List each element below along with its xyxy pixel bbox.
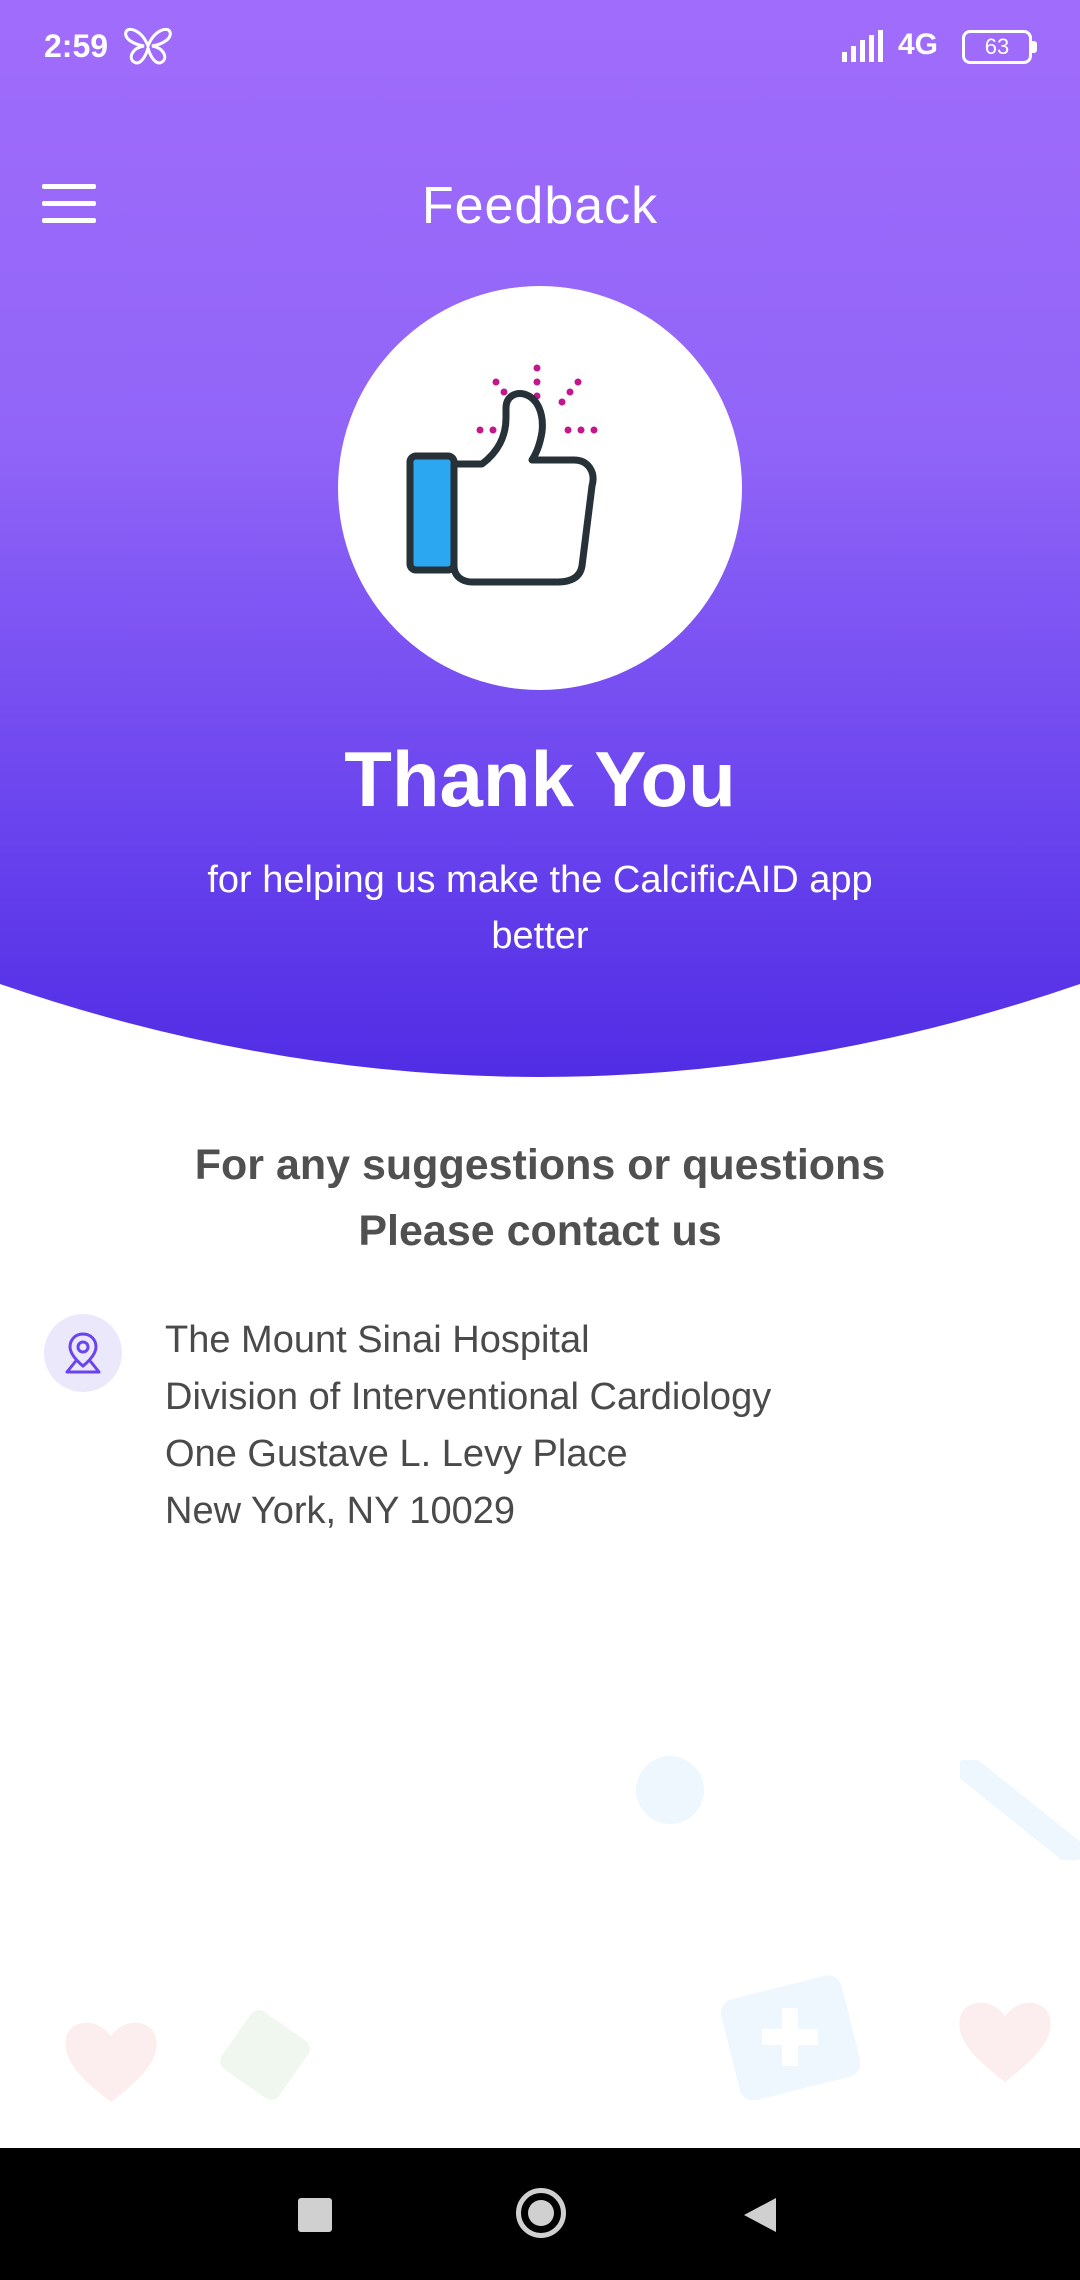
status-bar: 2:59 4G 63 — [0, 0, 1080, 90]
triangle-back-icon[interactable] — [742, 2196, 778, 2234]
thank-you-heading: Thank You — [344, 735, 736, 823]
address-line: The Mount Sinai Hospital — [165, 1319, 590, 1361]
pill-decoration-icon — [636, 1756, 704, 1824]
home-icon-inner — [528, 2200, 554, 2226]
contact-heading-line1: For any suggestions or questions — [194, 1141, 886, 1189]
heart-decoration-icon — [959, 2002, 1051, 2082]
thumbs-up-badge — [338, 286, 742, 690]
circle-home-icon[interactable] — [516, 2188, 566, 2238]
feedback-screen: 2:59 4G 63 Feedback Thank You for helpin… — [0, 0, 1080, 2280]
location-badge — [44, 1314, 122, 1392]
signal-strength-icon — [842, 30, 883, 62]
heart-pulse-decoration-icon — [65, 2022, 157, 2102]
header-curve — [0, 984, 1080, 1100]
status-time: 2:59 — [44, 28, 109, 64]
butterfly-icon — [124, 27, 172, 65]
address-line: Division of Interventional Cardiology — [165, 1376, 772, 1418]
dropper-decoration-icon — [960, 1760, 1080, 1860]
battery-level: 63 — [984, 34, 1010, 59]
contact-heading-line2: Please contact us — [358, 1207, 722, 1255]
system-nav-bar — [0, 2148, 1080, 2280]
address-block: The Mount Sinai Hospital Division of Int… — [165, 1312, 1025, 1540]
thank-you-subtitle: for helping us make the CalcificAID app … — [207, 859, 873, 957]
thumbs-up-icon — [406, 364, 598, 586]
page-title: Feedback — [421, 177, 659, 235]
contact-heading: For any suggestions or questions Please … — [140, 1132, 940, 1264]
bandage-decoration-icon — [220, 2010, 310, 2100]
battery-tip — [1032, 41, 1037, 53]
address-line: One Gustave L. Levy Place — [165, 1433, 628, 1475]
square-recents-icon[interactable] — [298, 2198, 332, 2232]
battery-icon: 63 — [962, 30, 1032, 64]
address-line: New York, NY 10029 — [165, 1490, 515, 1532]
medical-kit-decoration-icon — [720, 1975, 860, 2100]
network-type: 4G — [898, 28, 939, 61]
location-pin-icon — [65, 1332, 101, 1374]
